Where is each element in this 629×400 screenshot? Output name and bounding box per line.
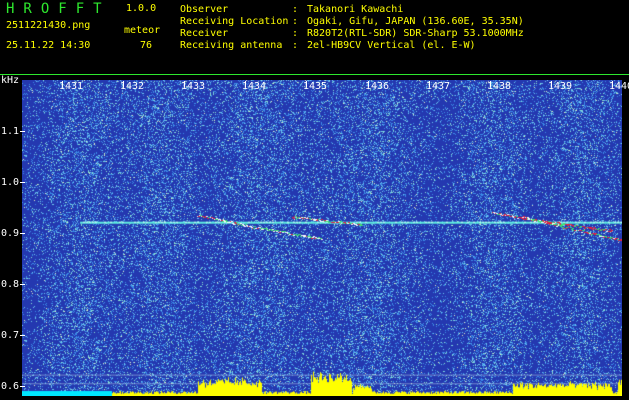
antenna-colon: :: [292, 40, 299, 51]
location-value: Ogaki, Gifu, JAPAN (136.60E, 35.35N): [307, 16, 524, 27]
y-tick-label: 1.1: [1, 126, 20, 137]
y-tick-label: 1.0: [1, 177, 20, 188]
x-tick-label: 1434: [242, 81, 267, 92]
hrofft-window: HROFFT 1.0.0 2511221430.png meteor 25.11…: [0, 0, 629, 400]
y-tick-label: 0.7: [1, 330, 20, 341]
y-tick: [20, 284, 25, 285]
y-tick: [20, 335, 25, 336]
y-tick-label: 0.8: [1, 279, 20, 290]
y-tick: [20, 182, 25, 183]
y-tick: [20, 386, 25, 387]
antenna-label: Receiving antenna: [180, 40, 283, 51]
file-name: 2511221430.png: [6, 20, 91, 31]
observation-label: meteor: [124, 25, 161, 36]
observation-count: 76: [140, 40, 153, 51]
app-title: HROFFT: [6, 1, 111, 17]
y-tick: [20, 233, 25, 234]
y-tick-label: 0.6: [1, 381, 20, 392]
y-tick: [20, 131, 25, 132]
receiver-colon: :: [292, 28, 299, 39]
y-tick-label: 0.9: [1, 228, 20, 239]
x-tick-label: 1432: [120, 81, 145, 92]
x-tick-label: 1436: [365, 81, 390, 92]
antenna-value: 2el-HB9CV Vertical (el. E-W): [307, 40, 476, 51]
x-tick-label: 1435: [303, 81, 328, 92]
date-time: 25.11.22 14:30: [6, 40, 91, 51]
observer-value: Takanori Kawachi: [307, 4, 404, 15]
x-tick-label: 1438: [487, 81, 512, 92]
x-tick-label: 1433: [181, 81, 206, 92]
location-label: Receiving Location: [180, 16, 289, 27]
receiver-label: Receiver: [180, 28, 229, 39]
x-tick-label: 1431: [59, 81, 84, 92]
observer-label: Observer: [180, 4, 229, 15]
header-divider: [0, 74, 629, 75]
receiver-value: R820T2(RTL-SDR) SDR-Sharp 53.1000MHz: [307, 28, 524, 39]
location-colon: :: [292, 16, 299, 27]
spectrogram-canvas: [22, 80, 622, 396]
x-tick-label: 1440: [609, 81, 629, 92]
observer-colon: :: [292, 4, 299, 15]
x-tick-label: 1437: [426, 81, 451, 92]
y-axis-unit: kHz: [1, 75, 20, 86]
x-tick-label: 1439: [548, 81, 573, 92]
spectrogram-plot: [22, 80, 622, 396]
app-version: 1.0.0: [126, 3, 157, 14]
